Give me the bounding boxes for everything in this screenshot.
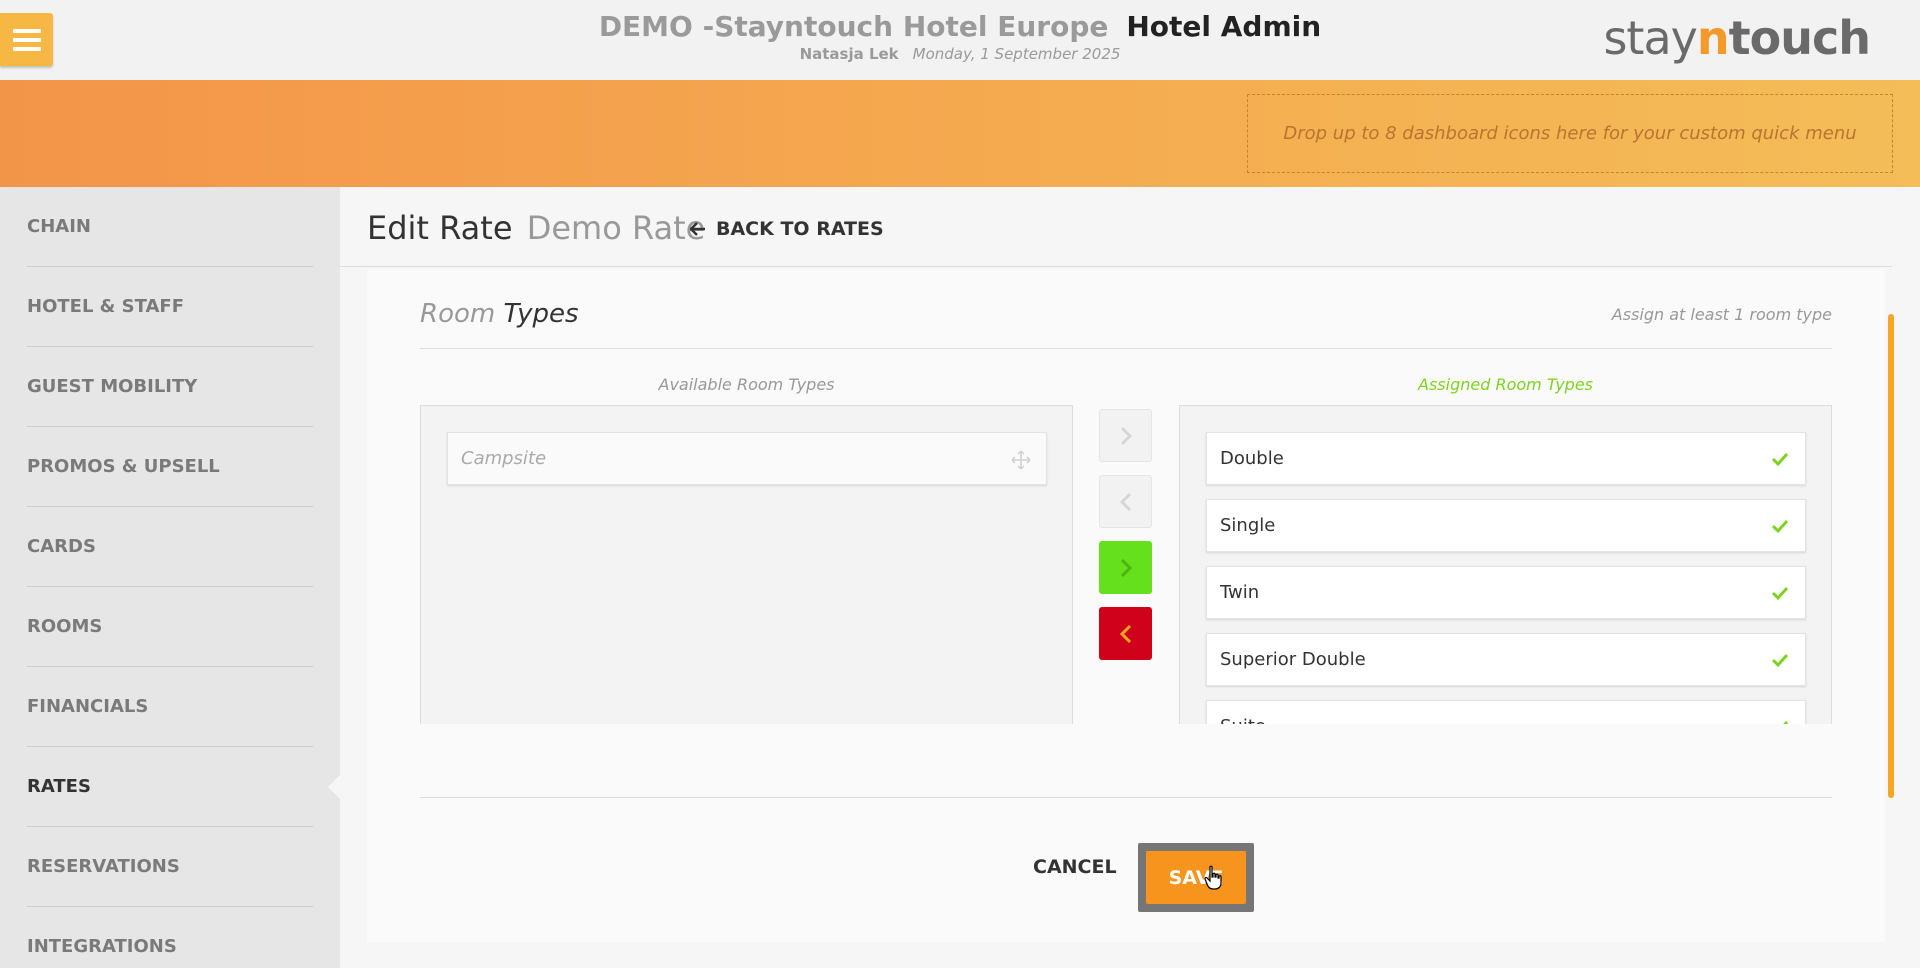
sidebar-item-promos-upsell[interactable]: PROMOS & UPSELL [27,427,313,507]
room-type-label: Campsite [461,448,547,469]
list-item[interactable]: Twin [1206,566,1806,619]
sidebar-item-cards[interactable]: CARDS [27,507,313,587]
room-type-label: Double [1220,448,1284,469]
sidebar-item-reservations[interactable]: RESERVATIONS [27,827,313,907]
sidebar-item-hotel-staff[interactable]: HOTEL & STAFF [27,267,313,347]
cancel-button[interactable]: CANCEL [1033,856,1117,878]
available-room-types-list[interactable]: Campsite [420,405,1073,724]
divider [420,797,1832,798]
checkmark-icon [1771,519,1789,534]
available-column-label: Available Room Types [658,375,835,394]
move-handle-icon[interactable] [1010,449,1032,471]
back-link-label: BACK TO RATES [716,218,884,240]
stayntouch-logo: stayntouch [1603,11,1871,65]
sidebar-item-integrations[interactable]: INTEGRATIONS [27,907,313,968]
checkmark-icon [1771,653,1789,668]
room-types-card: Room Types Assign at least 1 room type A… [367,269,1885,942]
move-left-button[interactable] [1099,475,1152,528]
list-item[interactable]: Single [1206,499,1806,552]
section-title: Room Types [420,299,579,329]
rate-name: Demo Rate [526,209,706,247]
divider [420,348,1832,349]
hand-cursor-icon [1204,865,1222,890]
checkmark-icon [1771,586,1789,601]
admin-sidebar: CHAIN HOTEL & STAFF GUEST MOBILITY PROMO… [0,187,340,968]
move-all-right-button[interactable] [1099,541,1152,594]
sidebar-item-financials[interactable]: FINANCIALS [27,667,313,747]
save-button[interactable]: SAVE [1146,851,1246,904]
user-name: Natasja Lek [799,45,899,63]
back-to-rates-link[interactable]: BACK TO RATES [689,217,884,241]
quick-menu-dropzone[interactable]: Drop up to 8 dashboard icons here for yo… [1247,94,1893,173]
list-item[interactable]: Double [1206,432,1806,485]
sidebar-item-rates[interactable]: RATES [27,747,313,827]
chevron-right-icon [1120,558,1132,577]
sidebar-item-chain[interactable]: CHAIN [27,187,313,267]
active-item-pointer [328,775,340,799]
move-right-button[interactable] [1099,409,1152,462]
list-item[interactable]: Campsite [447,432,1047,485]
checkmark-icon [1783,720,1789,724]
scrollbar[interactable] [1888,314,1894,798]
assigned-column-label: Assigned Room Types [1418,375,1593,394]
list-item[interactable]: Superior Double [1206,633,1806,686]
quick-menu-banner: Drop up to 8 dashboard icons here for yo… [0,80,1920,187]
room-type-label: Superior Double [1220,649,1366,670]
list-item[interactable]: Suite [1206,700,1806,724]
section-hint: Assign at least 1 room type [1611,305,1832,324]
chevron-right-icon [1120,426,1132,445]
sidebar-item-guest-mobility[interactable]: GUEST MOBILITY [27,347,313,427]
page-header: Edit Rate Demo Rate BACK TO RATES [340,187,1892,267]
chevron-left-icon [1119,492,1131,511]
room-type-label: Suite [1220,716,1266,724]
top-header: DEMO -Stayntouch Hotel Europe Hotel Admin… [0,0,1920,80]
chevron-left-icon [1119,624,1131,643]
checkmark-icon [1771,452,1789,467]
sidebar-item-rooms[interactable]: ROOMS [27,587,313,667]
arrow-left-icon [689,217,706,241]
room-type-label: Twin [1220,582,1260,603]
page-title: Edit Rate Demo Rate [367,209,706,247]
move-all-left-button[interactable] [1099,607,1152,660]
assigned-room-types-list[interactable]: Double Single Twin Superior Double Suite [1179,405,1832,724]
module-name: Hotel Admin [1126,10,1322,43]
room-type-label: Single [1220,515,1276,536]
main-content: Edit Rate Demo Rate BACK TO RATES Room T… [340,187,1920,968]
hotel-name: DEMO -Stayntouch Hotel Europe [598,10,1109,43]
business-date: Monday, 1 September 2025 [912,45,1121,63]
